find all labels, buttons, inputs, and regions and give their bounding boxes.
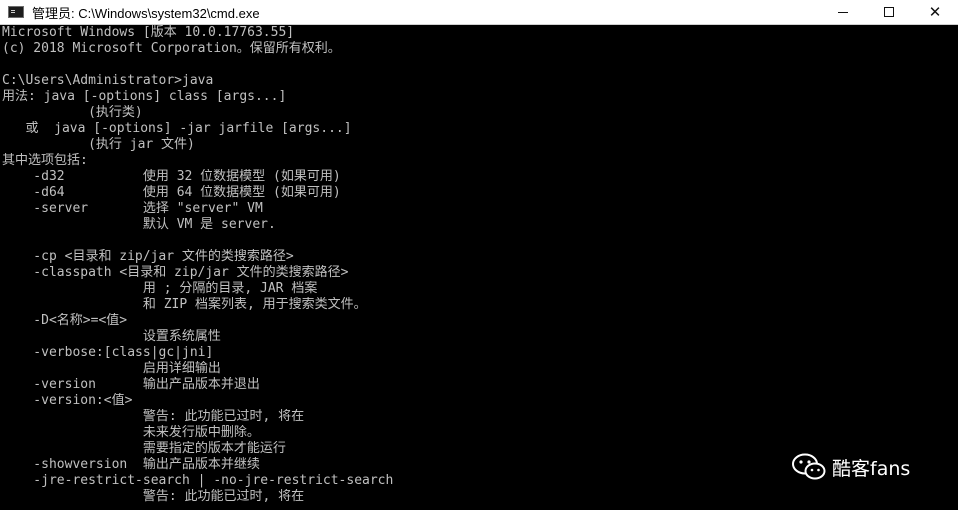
console-line: 用法: java [-options] class [args...]: [2, 89, 287, 104]
console-line: (执行类): [2, 105, 143, 120]
console-line: 用 ; 分隔的目录, JAR 档案: [2, 281, 318, 296]
close-button[interactable]: ✕: [912, 0, 958, 24]
console-line: C:\Users\Administrator>java: [2, 73, 214, 88]
console-line: 和 ZIP 档案列表, 用于搜索类文件。: [2, 297, 367, 312]
minimize-icon: [838, 11, 848, 13]
close-icon: ✕: [928, 3, 942, 21]
title-bar[interactable]: 管理员: C:\Windows\system32\cmd.exe ✕: [0, 0, 958, 25]
console-line: -D<名称>=<值>: [2, 313, 128, 328]
console-line: -classpath <目录和 zip/jar 文件的类搜索路径>: [2, 265, 349, 280]
console-line: 未来发行版中删除。: [2, 425, 260, 440]
console-line: 设置系统属性: [2, 329, 221, 344]
console-line: (执行 jar 文件): [2, 137, 195, 152]
console-line: -d64 使用 64 位数据模型 (如果可用): [2, 185, 341, 200]
console-line: -server 选择 "server" VM: [2, 201, 263, 216]
console-line: 启用详细输出: [2, 361, 221, 376]
console-line: 默认 VM 是 server.: [2, 217, 276, 232]
wechat-icon: [792, 453, 826, 480]
console-line: -d32 使用 32 位数据模型 (如果可用): [2, 169, 341, 184]
console-line: 警告: 此功能已过时, 将在: [2, 489, 305, 504]
cmd-app-icon[interactable]: [8, 6, 24, 18]
watermark-text: 酷客fans: [832, 457, 911, 480]
console-line: -verbose:[class|gc|jni]: [2, 345, 214, 360]
watermark: 酷客fans: [792, 453, 910, 481]
console-line: -version 输出产品版本并退出: [2, 377, 260, 392]
minimize-button[interactable]: [820, 0, 866, 24]
console-line: Microsoft Windows [版本 10.0.17763.55]: [2, 25, 295, 40]
console-line: -cp <目录和 zip/jar 文件的类搜索路径>: [2, 249, 294, 264]
maximize-button[interactable]: [866, 0, 912, 24]
window-controls: ✕: [820, 0, 958, 24]
console-output[interactable]: Microsoft Windows [版本 10.0.17763.55] (c) …: [0, 25, 958, 510]
console-line: (c) 2018 Microsoft Corporation。保留所有权利。: [2, 41, 341, 56]
console-line: 或 java [-options] -jar jarfile [args...]: [2, 121, 352, 136]
maximize-icon: [884, 7, 894, 17]
console-line: -version:<值>: [2, 393, 133, 408]
console-line: 其中选项包括:: [2, 153, 88, 168]
window-title: 管理员: C:\Windows\system32\cmd.exe: [32, 5, 260, 21]
console-line: 警告: 此功能已过时, 将在: [2, 409, 305, 424]
